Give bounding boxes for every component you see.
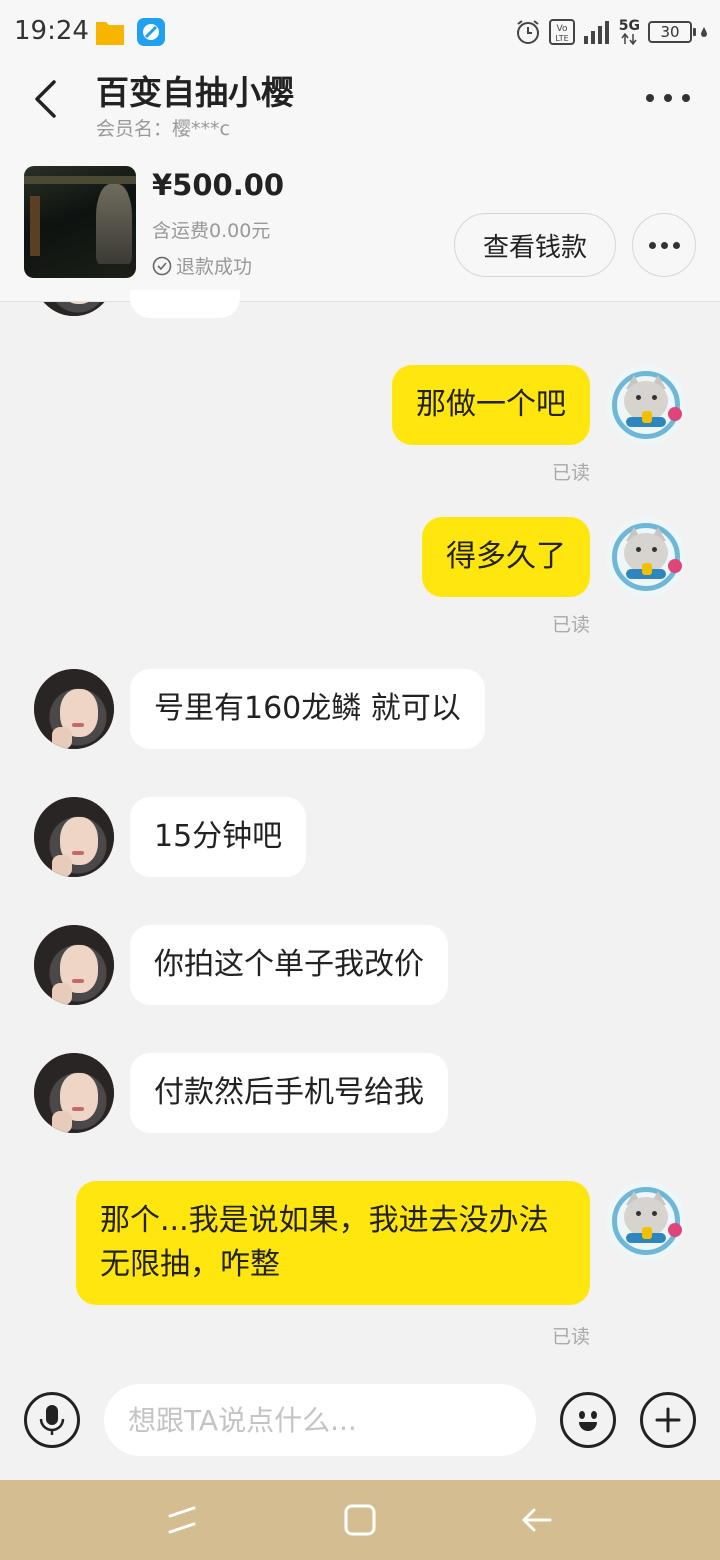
refund-status-label: 退款成功 [176, 256, 253, 278]
message-bubble-outgoing[interactable]: 那做一个吧 [392, 365, 590, 445]
read-receipt: 已读 [551, 614, 590, 636]
recent-apps-button[interactable] [160, 1498, 204, 1542]
read-receipt: 已读 [551, 462, 590, 484]
order-more-button[interactable] [632, 213, 696, 277]
battery-icon: 30 [648, 21, 696, 43]
message-bubble-incoming[interactable]: 付款然后手机号给我 [130, 1053, 448, 1133]
recent-apps-icon [168, 1506, 196, 1534]
seller-avatar[interactable] [34, 1053, 114, 1133]
message-bubble-incoming[interactable]: 号里有160龙鳞 就可以 [130, 669, 485, 749]
user-avatar[interactable] [606, 365, 686, 445]
data-arrows-icon [621, 33, 637, 45]
system-nav-bar [0, 1480, 720, 1560]
volte-icon: Vo LTE [548, 19, 575, 45]
charging-drop-icon [701, 27, 707, 37]
view-payment-button[interactable]: 查看钱款 [454, 213, 616, 277]
app-notification-icon [137, 18, 165, 46]
plus-button[interactable] [640, 1392, 696, 1448]
check-circle-icon [152, 256, 172, 275]
voice-button[interactable] [24, 1392, 80, 1448]
emoji-button[interactable] [560, 1392, 616, 1448]
order-card[interactable]: ¥500.00 含运费0.00元 退款成功 查看钱款 [0, 150, 720, 302]
input-bar [0, 1380, 720, 1480]
alarm-icon [516, 20, 539, 44]
more-button[interactable] [642, 78, 694, 118]
battery-level: 30 [660, 23, 680, 41]
microphone-icon [39, 1405, 65, 1435]
chat-header: 百变自抽小樱 会员名：樱***c [0, 64, 720, 150]
user-avatar[interactable] [606, 517, 686, 597]
seller-avatar[interactable] [34, 797, 114, 877]
refund-status: 退款成功 [152, 252, 252, 279]
network-type: 5G [618, 18, 640, 34]
message-bubble-outgoing[interactable]: 那个...我是说如果，我进去没办法无限抽，咋整 [76, 1181, 590, 1305]
message-bubble-outgoing[interactable]: 得多久了 [422, 517, 590, 597]
chat-title: 百变自抽小樱 [96, 73, 294, 112]
svg-text:LTE: LTE [555, 34, 568, 43]
nav-back-button[interactable] [514, 1498, 558, 1542]
more-icon [646, 94, 654, 102]
plus-icon [655, 1407, 681, 1433]
status-indicators: Vo LTE 5G 30 [515, 16, 708, 48]
chevron-left-icon [35, 80, 56, 118]
status-time: 19:24 [14, 16, 89, 46]
folder-icon [96, 22, 124, 45]
svg-text:Vo: Vo [556, 24, 567, 34]
order-price: ¥500.00 [152, 168, 285, 202]
home-button[interactable] [338, 1498, 382, 1542]
product-thumbnail[interactable] [24, 166, 136, 278]
seller-avatar[interactable] [34, 669, 114, 749]
message-bubble-partial [130, 290, 240, 318]
user-avatar[interactable] [606, 1181, 686, 1261]
message-bubble-incoming[interactable]: 15分钟吧 [130, 797, 307, 877]
status-bar: 19:24 Vo LTE 5G 30 [0, 0, 720, 64]
nav-back-icon [522, 1508, 552, 1532]
home-icon [344, 1504, 376, 1536]
message-input[interactable] [104, 1384, 536, 1456]
shipping-fee: 含运费0.00元 [152, 220, 271, 242]
member-name: 会员名：樱***c [96, 118, 230, 140]
network-indicator: 5G [619, 19, 640, 45]
seller-avatar[interactable] [34, 925, 114, 1005]
read-receipt: 已读 [551, 1326, 590, 1348]
message-bubble-incoming[interactable]: 你拍这个单子我改价 [130, 925, 448, 1005]
more-icon [648, 241, 656, 249]
signal-icon [583, 21, 609, 44]
emoji-icon [579, 1411, 597, 1431]
back-button[interactable] [20, 74, 70, 124]
